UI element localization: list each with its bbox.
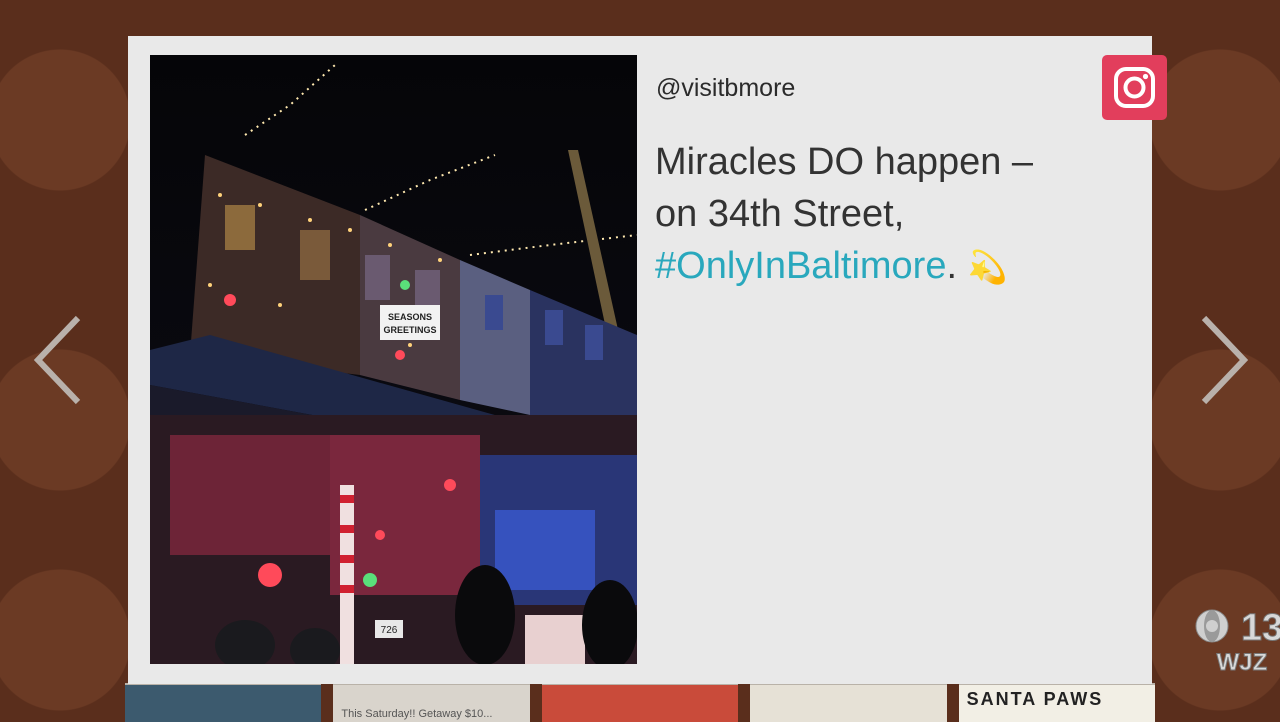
post-caption: Miracles DO happen – on 34th Street, #On… (655, 136, 1095, 293)
dizzy-emoji: 💫 (967, 249, 1008, 285)
post-photo: SEASONS GREETINGS 726 (150, 55, 637, 664)
channel-number: 13 (1241, 607, 1280, 649)
thumbnail[interactable] (125, 683, 322, 722)
broadcaster-logo: 13 WJZ (1194, 604, 1280, 677)
chevron-left-icon[interactable] (30, 310, 90, 410)
instagram-icon[interactable] (1102, 55, 1167, 120)
caption-line: Miracles DO happen – (655, 141, 1034, 183)
house-number: 726 (381, 625, 398, 636)
social-post-card: SEASONS GREETINGS 726 @visitbmore Miracl… (128, 36, 1280, 684)
svg-text:SEASONS: SEASONS (388, 312, 432, 322)
thumbnail-strip: This Saturday!! Getaway $10... SANTA PAW… (125, 683, 1156, 722)
thumbnail[interactable] (750, 683, 947, 722)
post-handle[interactable]: @visitbmore (656, 74, 795, 103)
caption-punctuation: . (946, 245, 958, 287)
hashtag-link[interactable]: #OnlyInBaltimore (655, 245, 946, 287)
thumbnail[interactable] (541, 683, 739, 722)
caption-line: on 34th Street, (655, 193, 905, 235)
caption-line: #OnlyInBaltimore. 💫 (655, 240, 1095, 293)
chevron-right-icon[interactable] (1192, 310, 1252, 410)
thumbnail-text: This Saturday!! Getaway $10... (341, 708, 493, 720)
thumbnail[interactable]: SANTA PAWS (958, 683, 1156, 722)
station-call-sign: WJZ (1217, 649, 1268, 676)
thumbnail[interactable]: This Saturday!! Getaway $10... (333, 683, 530, 722)
thumbnail-text: SANTA PAWS (966, 689, 1104, 709)
svg-text:GREETINGS: GREETINGS (383, 325, 436, 335)
